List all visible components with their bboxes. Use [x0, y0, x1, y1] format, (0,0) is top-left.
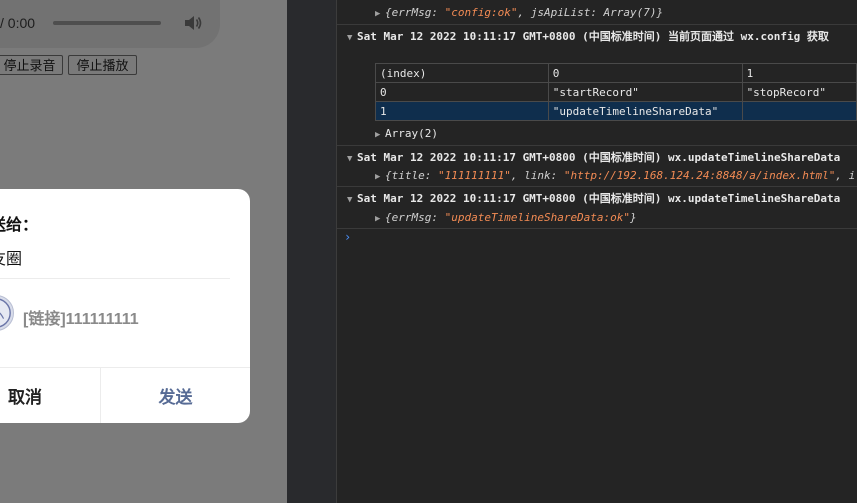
- console-header-text: Sat Mar 12 2022 10:11:17 GMT+0800 (中国标准时…: [357, 192, 841, 205]
- audio-time: / 0:00: [0, 15, 36, 31]
- send-button[interactable]: 发送: [101, 368, 250, 423]
- table-cell: "updateTimelineShareData": [547, 101, 743, 121]
- table-cell: "startRecord": [547, 82, 743, 102]
- stop-play-button[interactable]: 停止播放: [68, 55, 137, 75]
- link-thumbnail: [0, 295, 14, 331]
- table-cell: 1: [375, 101, 549, 121]
- table-row-selected[interactable]: 1 "updateTimelineShareData": [375, 101, 857, 121]
- divider: [337, 24, 857, 25]
- volume-icon[interactable]: [184, 15, 202, 31]
- collapse-arrow-icon[interactable]: ▼: [347, 154, 357, 164]
- console-object-text: {errMsg: "config:ok", jsApiList: Array(7…: [385, 6, 664, 19]
- audio-player: / 0:00: [0, 0, 220, 48]
- table-row[interactable]: 0 "startRecord" "stopRecord": [375, 82, 857, 102]
- table-cell: "stopRecord": [741, 82, 857, 102]
- console-group-header[interactable]: ▼ Sat Mar 12 2022 10:11:17 GMT+0800 (中国标准…: [347, 190, 857, 206]
- console-object-result[interactable]: ▶ {errMsg: "updateTimelineShareData:ok"}: [375, 211, 857, 224]
- console-group-header[interactable]: ▼ Sat Mar 12 2022 10:11:17 GMT+0800 (中国标准…: [347, 28, 857, 44]
- cancel-button[interactable]: 取消: [0, 368, 100, 423]
- dialog-title: 送给：: [0, 217, 39, 234]
- console-object-text: {errMsg: "updateTimelineShareData:ok"}: [385, 211, 637, 224]
- console-object-config[interactable]: ▶ {errMsg: "config:ok", jsApiList: Array(…: [375, 6, 857, 19]
- table-header: 0: [547, 63, 743, 83]
- table-header: 1: [741, 63, 857, 83]
- devtools-gutter: [287, 0, 337, 503]
- console-array-summary[interactable]: ▶ Array(2): [375, 127, 857, 140]
- share-target: 友圈: [0, 251, 23, 268]
- table-header: (index): [375, 63, 549, 83]
- console-object-share-data[interactable]: ▶ {title: "111111111", link: "http://192.…: [375, 169, 857, 182]
- stop-record-button[interactable]: 停止录音: [0, 55, 63, 75]
- divider: [337, 145, 857, 146]
- share-dialog: 送给： 友圈 [链接]111111111 取消 发送: [0, 189, 250, 423]
- expand-arrow-icon[interactable]: ▶: [375, 9, 385, 19]
- table-cell: 0: [375, 82, 549, 102]
- divider: [0, 278, 230, 279]
- console-prompt[interactable]: ›: [344, 230, 351, 244]
- console-header-text: Sat Mar 12 2022 10:11:17 GMT+0800 (中国标准时…: [357, 30, 829, 43]
- table-cell: [741, 101, 857, 121]
- console-header-text: Sat Mar 12 2022 10:11:17 GMT+0800 (中国标准时…: [357, 151, 841, 164]
- divider: [337, 186, 857, 187]
- expand-arrow-icon[interactable]: ▶: [375, 214, 385, 224]
- console-table: (index) 0 1 0 "startRecord" "stopRecord"…: [375, 63, 857, 121]
- expand-arrow-icon[interactable]: ▶: [375, 172, 385, 182]
- collapse-arrow-icon[interactable]: ▼: [347, 195, 357, 205]
- divider: [337, 228, 857, 229]
- expand-arrow-icon[interactable]: ▶: [375, 130, 385, 140]
- audio-progress-slider[interactable]: [53, 21, 161, 25]
- console-group-header[interactable]: ▼ Sat Mar 12 2022 10:11:17 GMT+0800 (中国标准…: [347, 149, 857, 165]
- console-object-text: {title: "111111111", link: "http://192.1…: [385, 169, 856, 182]
- share-link-text: [链接]111111111: [23, 311, 139, 328]
- console-panel: ▶ {errMsg: "config:ok", jsApiList: Array(…: [337, 0, 857, 503]
- array-summary-text: Array(2): [385, 127, 438, 140]
- collapse-arrow-icon[interactable]: ▼: [347, 33, 357, 43]
- table-header-row: (index) 0 1: [375, 63, 857, 83]
- mobile-preview: / 0:00 停止录音 停止播放 送给： 友圈 [链接]111111111 取消…: [0, 0, 287, 503]
